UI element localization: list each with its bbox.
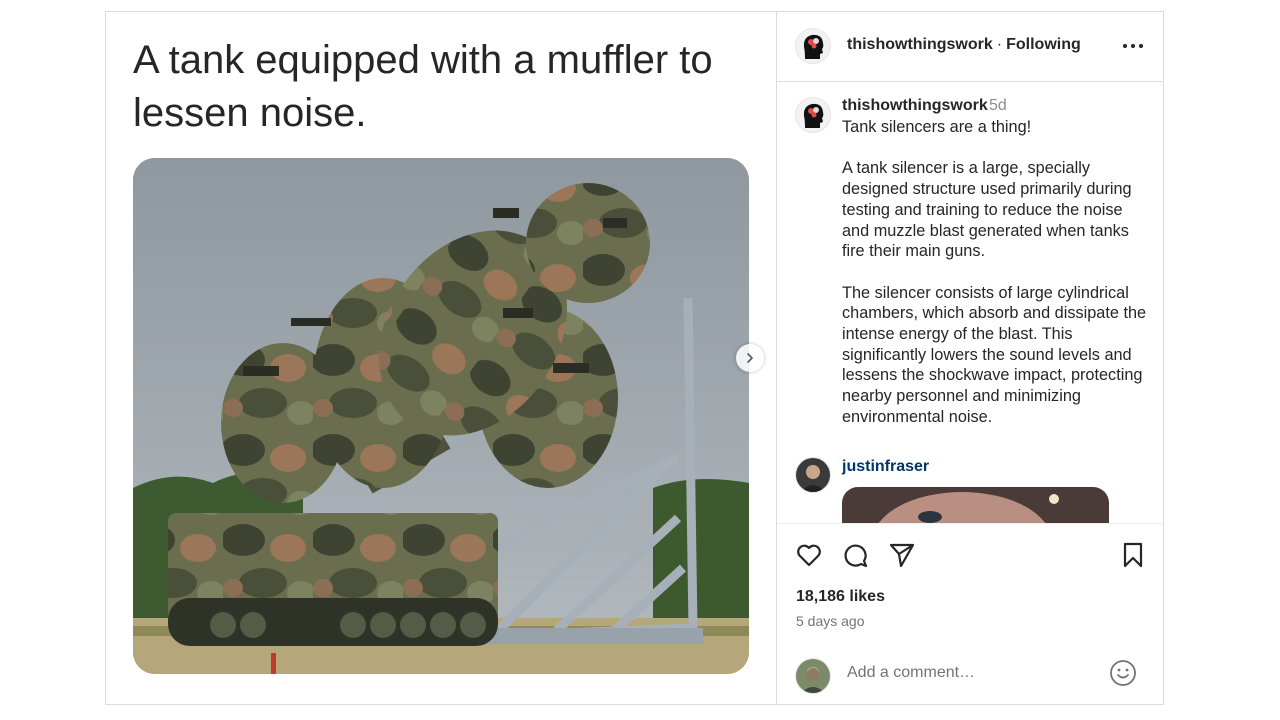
likes-count[interactable]: 18,186 likes xyxy=(796,588,885,606)
like-button[interactable] xyxy=(795,541,823,569)
chevron-right-icon xyxy=(747,353,753,363)
tank-silencer-illustration xyxy=(133,158,749,674)
header-separator: · xyxy=(996,36,1003,53)
paper-plane-icon xyxy=(889,543,915,568)
post-card: A tank equipped with a muffler to lessen… xyxy=(105,11,1164,705)
post-headline: A tank equipped with a muffler to lessen… xyxy=(133,38,713,135)
header-line: thishowthingswork · Following xyxy=(847,36,1081,54)
comment-button[interactable] xyxy=(841,541,869,569)
share-button[interactable] xyxy=(888,541,916,569)
post-header: thishowthingswork · Following xyxy=(777,12,1163,82)
face-photo xyxy=(842,487,1109,523)
media-pane: A tank equipped with a muffler to lessen… xyxy=(106,12,777,704)
post-time-ago: 5 days ago xyxy=(796,613,865,629)
comment-input[interactable] xyxy=(847,661,1097,685)
actions-section: 18,186 likes 5 days ago xyxy=(777,523,1163,704)
emoji-button[interactable] xyxy=(1109,659,1137,687)
following-button[interactable]: Following xyxy=(1006,36,1081,53)
commenter-username[interactable]: justinfraser xyxy=(842,458,929,476)
person-photo-icon xyxy=(796,458,830,492)
commenter-avatar[interactable] xyxy=(795,457,831,493)
bookmark-icon xyxy=(1123,542,1143,568)
current-user-avatar xyxy=(795,658,831,694)
brain-head-icon xyxy=(803,103,824,128)
more-horizontal-icon xyxy=(1123,44,1143,48)
author-avatar[interactable] xyxy=(795,28,831,64)
post-sidebar: thishowthingswork · Following thishowthing… xyxy=(777,12,1163,704)
post-photo[interactable] xyxy=(133,158,749,674)
caption-username[interactable]: thishowthingswork xyxy=(842,97,988,115)
save-button[interactable] xyxy=(1119,541,1147,569)
comment-image[interactable] xyxy=(842,487,1109,523)
comments-section[interactable]: thishowthingswork 5d Tank silencers are … xyxy=(777,82,1163,523)
comment-bubble-icon xyxy=(844,544,868,568)
comment-bar xyxy=(777,647,1163,705)
brain-head-icon xyxy=(803,34,824,59)
caption-timestamp[interactable]: 5d xyxy=(989,97,1007,115)
author-username[interactable]: thishowthingswork xyxy=(847,36,993,53)
person-photo-icon xyxy=(796,659,830,693)
caption-text: Tank silencers are a thing! A tank silen… xyxy=(842,118,1147,426)
more-options-button[interactable] xyxy=(1121,36,1145,56)
next-image-button[interactable] xyxy=(736,344,764,372)
heart-icon xyxy=(797,544,821,567)
smiley-icon xyxy=(1110,660,1136,686)
caption-avatar[interactable] xyxy=(795,97,831,133)
